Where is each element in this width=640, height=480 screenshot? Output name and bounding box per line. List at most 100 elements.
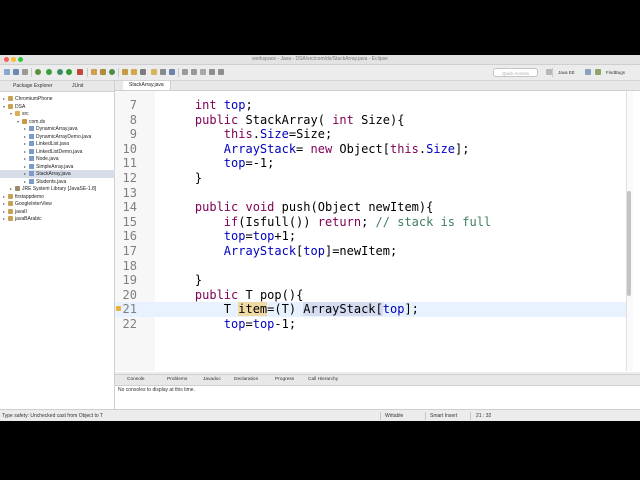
tree-item[interactable]: ▾ com.ds [0, 118, 131, 126]
toggle-block-selection-icon[interactable] [160, 69, 166, 75]
code-line[interactable]: 10 ArrayStack= new Object[this.Size]; [115, 142, 631, 157]
file-icon [29, 133, 34, 139]
last-edit-icon[interactable] [200, 69, 206, 75]
java-perspective-icon[interactable] [585, 69, 591, 75]
code-token: (Isfull()) [238, 214, 318, 229]
next-annotation-icon[interactable] [182, 69, 188, 75]
code-text: public T pop(){ [166, 288, 303, 303]
tree-item[interactable]: ▸ javaII [0, 208, 117, 216]
code-line[interactable]: 12 } [115, 171, 631, 186]
line-number: 8 [129, 112, 137, 127]
tab-declaration[interactable]: Declaration [234, 375, 258, 385]
line-number: 16 [122, 229, 137, 244]
code-line[interactable]: 15 if(Isfull()) return; // stack is full [115, 215, 631, 230]
stop-icon[interactable] [77, 69, 83, 75]
status-message: Type safety: Unchecked cast from Object … [2, 413, 104, 419]
open-perspective-icon[interactable] [546, 69, 552, 75]
quick-access-input[interactable]: Quick Access [493, 68, 538, 77]
tree-item[interactable]: ▾ DSA [0, 103, 117, 111]
tree-item[interactable]: ▸ ChromiumPhone [0, 95, 117, 103]
code-line[interactable]: 19 } [115, 273, 631, 288]
toolbar-separator [118, 68, 119, 77]
code-line[interactable]: 8 public StackArray( int Size){ [115, 113, 631, 128]
new-icon[interactable] [4, 69, 10, 75]
code-line[interactable]: 18 [115, 259, 631, 274]
perspective-java-ee[interactable]: Java EE [558, 68, 575, 77]
run-icon[interactable] [46, 69, 52, 75]
code-text-area[interactable]: 7 int top; 8 public StackArray( int Size)… [115, 91, 631, 371]
editor-tab-bar: StackArray.java [115, 81, 640, 91]
file-icon [29, 163, 34, 169]
new-class-icon[interactable] [109, 69, 115, 75]
run-external-icon[interactable] [66, 69, 72, 75]
tree-item[interactable]: ▸ javaBArabic [0, 215, 117, 223]
console-message: No consoles to display at this time. [118, 387, 195, 393]
forward-icon[interactable] [218, 69, 224, 75]
tree-item-label: Node.java [36, 156, 59, 163]
code-text: ArrayStack[top]=newItem; [166, 244, 397, 259]
code-line[interactable]: 16 top=top+1; [115, 229, 631, 244]
search-icon[interactable] [131, 69, 137, 75]
code-token: top [252, 317, 275, 331]
word-wrap-icon[interactable] [169, 69, 175, 75]
new-java-project-icon[interactable] [91, 69, 97, 75]
tab-package-explorer[interactable]: Package Explorer [13, 81, 52, 91]
code-token: public [194, 200, 239, 215]
editor-tab-stackarray[interactable]: StackArray.java [123, 81, 171, 90]
code-editor: StackArray.java 7 int top; 8 public Stack… [115, 81, 640, 372]
code-text: if(Isfull()) return; // stack is full [166, 215, 491, 230]
line-number: 18 [122, 258, 137, 273]
tab-call-hierarchy[interactable]: Call Hierarchy [308, 375, 338, 385]
new-package-icon[interactable] [100, 69, 106, 75]
mark-occurrences-icon[interactable] [151, 69, 157, 75]
previous-annotation-icon[interactable] [191, 69, 197, 75]
code-line[interactable]: 11 top=-1; [115, 156, 631, 171]
tab-progress[interactable]: Progress [275, 375, 294, 385]
toolbar-separator [31, 68, 32, 77]
code-token: top [223, 317, 246, 331]
tree-item-label: SimpleArray.java [36, 163, 74, 170]
window-title: workspace - Java - DSA/src/com/ds/StackA… [252, 56, 388, 62]
tree-item[interactable]: ▸ JRE System Library [JavaSE-1.8] [0, 185, 124, 193]
tree-item[interactable]: ▸ GoogleInterView [0, 200, 117, 208]
code-line[interactable]: 13 [115, 186, 631, 201]
code-line[interactable]: 22 top=top-1; [115, 317, 631, 332]
code-line[interactable]: 7 int top; [115, 98, 631, 113]
back-icon[interactable] [209, 69, 215, 75]
editor-scrollbar-thumb[interactable] [627, 191, 631, 296]
code-line[interactable]: 21 T item=(T) ArrayStack[top]; [115, 302, 631, 317]
tab-javadoc[interactable]: Javadoc [203, 375, 221, 385]
tab-problems[interactable]: Problems [167, 375, 187, 385]
console-tabs: Console Problems Javadoc Declaration Pro… [115, 375, 640, 386]
print-icon[interactable] [22, 69, 28, 75]
tab-junit[interactable]: JUnit [72, 81, 83, 91]
perspective-findbugs[interactable]: FindBugs [606, 68, 625, 77]
open-type-icon[interactable] [122, 69, 128, 75]
code-token: item [238, 302, 268, 317]
tree-item[interactable]: ▾ src [0, 110, 124, 118]
status-insert-mode[interactable]: Smart Insert [430, 410, 457, 421]
coverage-icon[interactable] [57, 69, 63, 75]
code-line[interactable]: 14 public void push(Object newItem){ [115, 200, 631, 215]
code-token: this [223, 127, 253, 142]
open-task-icon[interactable] [140, 69, 146, 75]
code-line[interactable]: 9 this.Size=Size; [115, 127, 631, 142]
tab-console[interactable]: Console [127, 375, 145, 385]
file-icon [29, 178, 34, 184]
tree-item[interactable]: ▸ firstappdemo [0, 193, 117, 201]
file-icon [29, 171, 34, 177]
warning-marker-icon[interactable] [116, 306, 121, 312]
debug-perspective-icon[interactable] [595, 69, 601, 75]
code-token: top [382, 302, 405, 317]
save-icon[interactable] [13, 69, 19, 75]
debug-icon[interactable] [35, 69, 41, 75]
project-icon [8, 216, 13, 222]
code-line[interactable]: 17 ArrayStack[top]=newItem; [115, 244, 631, 259]
status-cursor-position: 21 : 32 [476, 413, 492, 419]
package-explorer-tabs: Package Explorer JUnit [0, 81, 114, 92]
code-line[interactable]: 20 public T pop(){ [115, 288, 631, 303]
code-token: ArrayStack[ [303, 302, 383, 317]
code-token: return [317, 214, 362, 229]
